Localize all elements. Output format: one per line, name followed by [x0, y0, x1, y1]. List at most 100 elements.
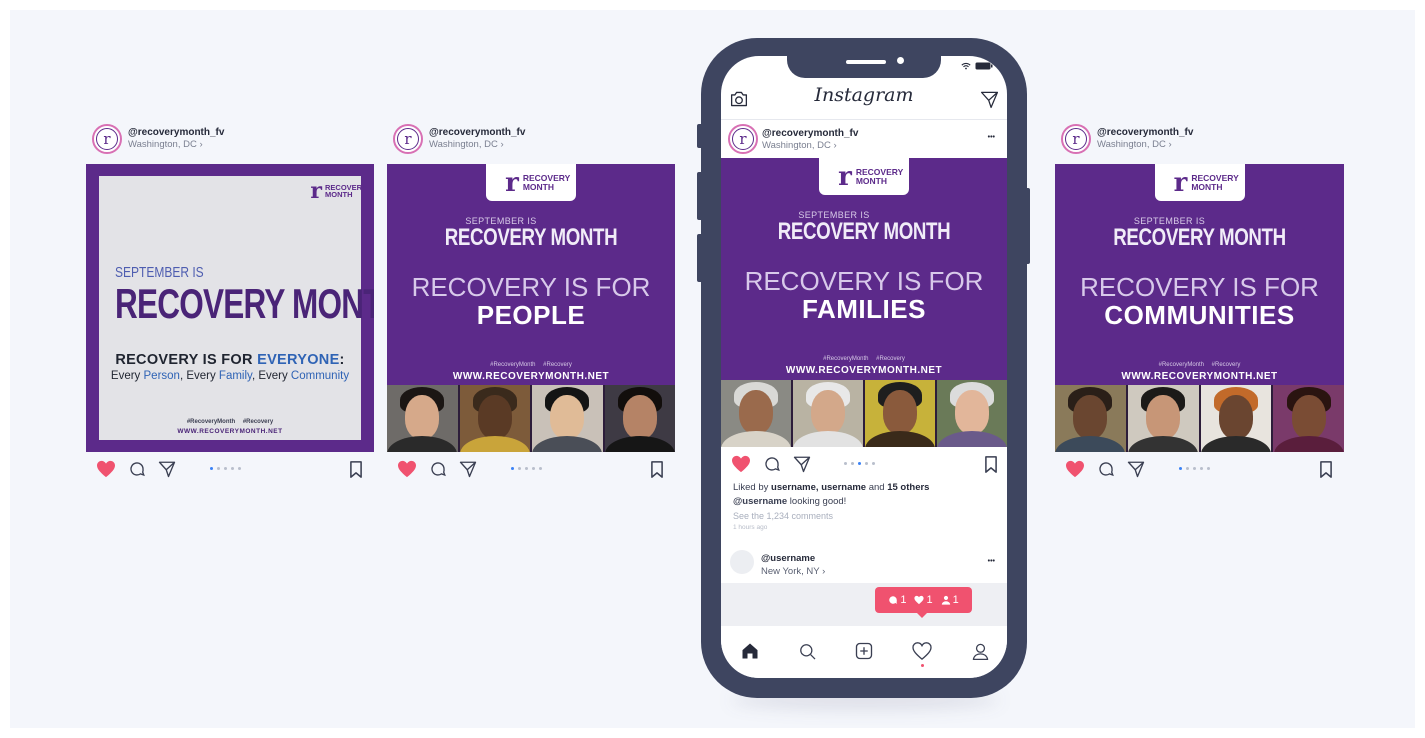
carousel-dot[interactable] [1200, 467, 1203, 470]
carousel-dot[interactable] [872, 462, 875, 465]
post-header: r @recoverymonth_fv Washington, DC › ••• [721, 121, 1007, 159]
post-location[interactable]: Washington, DC › [1097, 139, 1172, 150]
heart-icon[interactable] [96, 460, 116, 478]
carousel-dot[interactable] [238, 467, 241, 470]
post-card-people: r @recoverymonth_fv Washington, DC › r RE… [387, 124, 675, 486]
post-username[interactable]: @recoverymonth_fv [128, 127, 224, 138]
carousel-dot[interactable] [224, 467, 227, 470]
carousel-dot[interactable] [851, 462, 854, 465]
post-username[interactable]: @recoverymonth_fv [1097, 127, 1193, 138]
comment-icon[interactable] [428, 460, 448, 478]
activity-heart-icon[interactable] [911, 640, 933, 662]
post-username[interactable]: @recoverymonth_fv [429, 127, 525, 138]
avatar[interactable]: r [1061, 124, 1091, 154]
phone-screen: Instagram r @recoverymonth_fv Washington… [721, 56, 1007, 678]
photo-strip [1055, 385, 1344, 452]
carousel-dot[interactable] [518, 467, 521, 470]
carousel-dot[interactable] [231, 467, 234, 470]
carousel-dot[interactable] [1186, 467, 1189, 470]
bookmark-icon[interactable] [647, 460, 667, 478]
caption-comment: @username looking good! [733, 496, 846, 507]
carousel-dot[interactable] [1179, 467, 1182, 470]
carousel-dot[interactable] [210, 467, 213, 470]
gray-panel: r RECOVERY MONTH SEPTEMBER IS RECOVERY M… [99, 176, 374, 440]
comment-username[interactable]: @username [733, 496, 787, 507]
notif-likes-count: 1 [926, 594, 933, 606]
avatar[interactable]: r [92, 124, 122, 154]
carousel-dot[interactable] [532, 467, 535, 470]
recovery-for-word: PEOPLE [476, 300, 586, 330]
photo-strip [721, 380, 1007, 447]
instagram-top-bar: Instagram [721, 78, 1007, 120]
direct-message-icon[interactable] [980, 90, 999, 114]
view-all-comments-link[interactable]: See the 1,234 comments [733, 511, 833, 521]
instagram-logo: Instagram [814, 84, 914, 106]
carousel-dot[interactable] [217, 467, 220, 470]
hashtags: #RecoveryMonth #Recovery [823, 356, 905, 362]
post-location[interactable]: Washington, DC › [762, 140, 837, 151]
likes-summary[interactable]: Liked by username, username and 15 other… [733, 482, 929, 493]
carousel-dot[interactable] [858, 462, 861, 465]
post-image[interactable]: r RECOVERY MONTH SEPTEMBER IS RECOVERY MO… [387, 164, 675, 452]
likes-users[interactable]: username, username [771, 482, 866, 493]
carousel-dot[interactable] [844, 462, 847, 465]
post-location[interactable]: New York, NY › [761, 566, 825, 577]
bookmark-icon[interactable] [981, 455, 1001, 473]
carousel-dot[interactable] [1193, 467, 1196, 470]
carousel-dot[interactable] [539, 467, 542, 470]
recovery-for-line: RECOVERY IS FOR [744, 266, 984, 296]
hashtags: #RecoveryMonth #Recovery [1158, 362, 1241, 368]
avatar[interactable]: r [728, 124, 758, 154]
search-icon[interactable] [796, 640, 818, 662]
carousel-dot[interactable] [525, 467, 528, 470]
home-icon[interactable] [739, 640, 761, 662]
website: WWW.RECOVERYMONTH.NET [1121, 371, 1278, 382]
carousel-dot[interactable] [1207, 467, 1210, 470]
line-accent: EVERYONE [257, 352, 340, 368]
likes-others[interactable]: 15 others [887, 482, 929, 493]
heart-icon[interactable] [1065, 460, 1085, 478]
comment-icon[interactable] [762, 455, 782, 473]
hashtags: #RecoveryMonth #Recovery [186, 419, 274, 425]
post-image[interactable]: r RECOVERY MONTH SEPTEMBER IS RECOVERY MO… [1055, 164, 1344, 452]
recovery-for-line: RECOVERY IS FOR [1080, 272, 1319, 302]
heart-icon[interactable] [397, 460, 417, 478]
headline: RECOVERY MONTH [115, 280, 374, 327]
notif-comments: 1 [888, 594, 906, 606]
post-image[interactable]: r RECOVERY MONTH SEPTEMBER IS RECOVERY M… [86, 164, 374, 452]
profile-icon[interactable] [969, 640, 991, 662]
comment-icon[interactable] [127, 460, 147, 478]
avatar[interactable] [730, 550, 754, 574]
post-location[interactable]: Washington, DC › [128, 139, 203, 150]
paper-plane-icon[interactable] [1126, 460, 1146, 478]
heart-icon[interactable] [731, 455, 751, 473]
brand-r-icon: r [505, 167, 519, 198]
post-username[interactable]: @recoverymonth_fv [762, 128, 858, 139]
post-card-communities: r @recoverymonth_fv Washington, DC › r RE… [1055, 124, 1344, 486]
carousel-dot[interactable] [865, 462, 868, 465]
speaker [846, 60, 886, 64]
post-image[interactable]: r RECOVERY MONTH SEPTEMBER IS RECOVERY MO… [721, 158, 1007, 447]
comment-icon[interactable] [1096, 460, 1116, 478]
bookmark-icon[interactable] [346, 460, 366, 478]
every-line: Every Person, Every Family, Every Commun… [99, 370, 361, 382]
notif-comments-count: 1 [900, 594, 907, 606]
bookmark-icon[interactable] [1316, 460, 1336, 478]
more-options-button[interactable]: ••• [988, 558, 995, 565]
avatar[interactable]: r [393, 124, 423, 154]
line-prefix: RECOVERY IS FOR [115, 352, 258, 368]
line-suffix: : [339, 352, 345, 368]
add-post-icon[interactable] [853, 640, 875, 662]
post-location[interactable]: Washington, DC › [429, 139, 504, 150]
activity-notification-bubble[interactable]: 1 1 1 [875, 587, 972, 613]
post-username[interactable]: @username [761, 553, 815, 564]
notif-follows: 1 [941, 594, 959, 606]
person-photo [459, 385, 530, 452]
more-options-button[interactable]: ••• [988, 134, 995, 141]
person-photo [532, 385, 603, 452]
carousel-dot[interactable] [511, 467, 514, 470]
paper-plane-icon[interactable] [157, 460, 177, 478]
paper-plane-icon[interactable] [792, 455, 812, 473]
every-community: Community [290, 370, 350, 382]
paper-plane-icon[interactable] [458, 460, 478, 478]
